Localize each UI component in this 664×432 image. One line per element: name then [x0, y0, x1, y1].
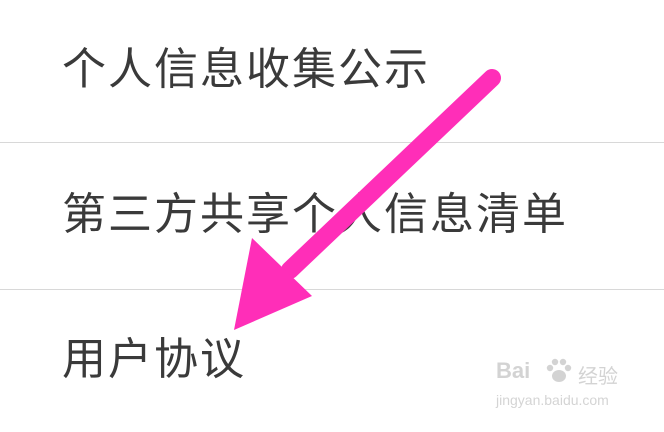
menu-item-third-party-sharing-list[interactable]: 第三方共享个人信息清单	[0, 143, 664, 289]
menu-item-personal-info-collection[interactable]: 个人信息收集公示	[0, 0, 664, 142]
baidu-jingyan-watermark: Bai 经验 jingyan.baidu.com	[496, 356, 626, 416]
menu-item-label: 个人信息收集公示	[62, 44, 430, 95]
paw-icon	[546, 358, 572, 382]
menu-item-label: 第三方共享个人信息清单	[62, 189, 568, 240]
watermark-site: jingyan.baidu.com	[496, 392, 609, 408]
watermark-brand-cn: 经验	[578, 364, 618, 388]
menu-item-label: 用户协议	[62, 334, 246, 385]
watermark-brand: Bai	[496, 358, 531, 383]
